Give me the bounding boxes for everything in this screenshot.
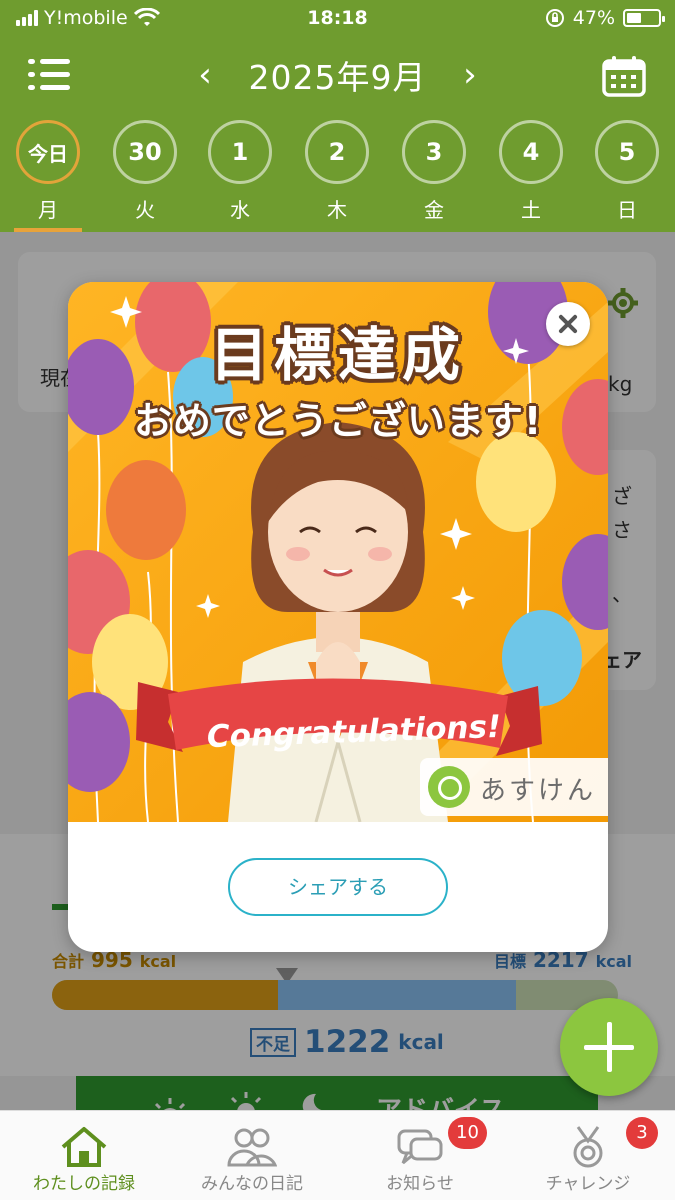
prev-month-button[interactable]: ‹	[190, 55, 220, 95]
medal-icon	[573, 1126, 603, 1168]
day-of-week: 土	[521, 198, 541, 222]
tab-challenge[interactable]: チャレンジ 3	[504, 1111, 672, 1200]
day-number: 2	[305, 120, 369, 184]
add-record-button[interactable]	[560, 998, 658, 1096]
day-item[interactable]: 30 火	[110, 120, 180, 223]
tab-label: みんなの日記	[201, 1174, 303, 1194]
week-day-selector: 今日月 30 火 1 水 2 木 3 金 4 土 5 日	[0, 120, 675, 232]
day-number: 30	[113, 120, 177, 184]
congratulations-banner-image: 目標達成 おめでとうございます! Congratulations! あすけん	[68, 282, 608, 822]
day-of-week: 月	[38, 198, 58, 222]
notification-badge: 10	[448, 1117, 487, 1149]
tab-my-records[interactable]: わたしの記録	[0, 1111, 168, 1200]
battery-percent: 47%	[572, 7, 615, 29]
share-button[interactable]: シェアする	[228, 858, 448, 916]
day-number: 5	[595, 120, 659, 184]
app-header: Y!mobile 18:18 47% ‹ 2025年9月 › 今日月 30 火 1 水 2…	[0, 0, 675, 232]
day-of-week: 木	[327, 198, 347, 222]
congratulations-subtitle: おめでとうございます!	[133, 399, 543, 443]
asken-logo-icon	[428, 766, 470, 808]
status-bar: Y!mobile 18:18 47%	[0, 0, 675, 38]
day-item[interactable]: 3金	[399, 120, 469, 223]
tab-label: チャレンジ	[545, 1174, 631, 1194]
next-month-button[interactable]: ›	[455, 55, 485, 95]
day-number: 1	[208, 120, 272, 184]
brand-name: あすけん	[480, 776, 597, 806]
menu-icon[interactable]	[28, 57, 70, 91]
day-item[interactable]: 1水	[205, 120, 275, 223]
day-item[interactable]: 2木	[302, 120, 372, 223]
close-button[interactable]	[546, 302, 590, 346]
chat-icon	[397, 1129, 443, 1165]
day-of-week: 日	[617, 198, 637, 222]
rotation-lock-icon	[545, 9, 564, 27]
battery-icon	[623, 9, 665, 27]
month-navigator: ‹ 2025年9月 ›	[190, 52, 485, 98]
day-of-week: 金	[424, 198, 444, 222]
people-icon	[227, 1128, 277, 1167]
calendar-icon[interactable]	[602, 55, 646, 97]
day-number: 今日	[16, 120, 80, 184]
status-right: 47%	[545, 7, 665, 29]
goal-achieved-dialog: 目標達成 おめでとうございます! Congratulations! あすけん シ…	[68, 282, 608, 952]
tab-community-diary[interactable]: みんなの日記	[168, 1111, 336, 1200]
tab-label: わたしの記録	[33, 1174, 135, 1194]
brand-badge: あすけん	[420, 758, 608, 816]
battery-level	[627, 13, 642, 23]
day-item[interactable]: 4土	[496, 120, 566, 223]
day-of-week: 水	[230, 198, 250, 222]
day-of-week: 火	[135, 198, 155, 222]
bottom-tab-bar: わたしの記録 みんなの日記 お知らせ 10 チャレンジ 3	[0, 1110, 675, 1200]
tab-notifications[interactable]: お知らせ 10	[336, 1111, 504, 1200]
day-number: 3	[402, 120, 466, 184]
day-number: 4	[499, 120, 563, 184]
home-icon	[61, 1127, 107, 1167]
day-item[interactable]: 5日	[592, 120, 662, 223]
tab-label: お知らせ	[386, 1174, 454, 1194]
month-title: 2025年9月	[248, 58, 427, 97]
goal-achieved-title: 目標達成	[209, 321, 466, 389]
day-today[interactable]: 今日月	[13, 120, 83, 223]
challenge-badge: 3	[626, 1117, 658, 1149]
